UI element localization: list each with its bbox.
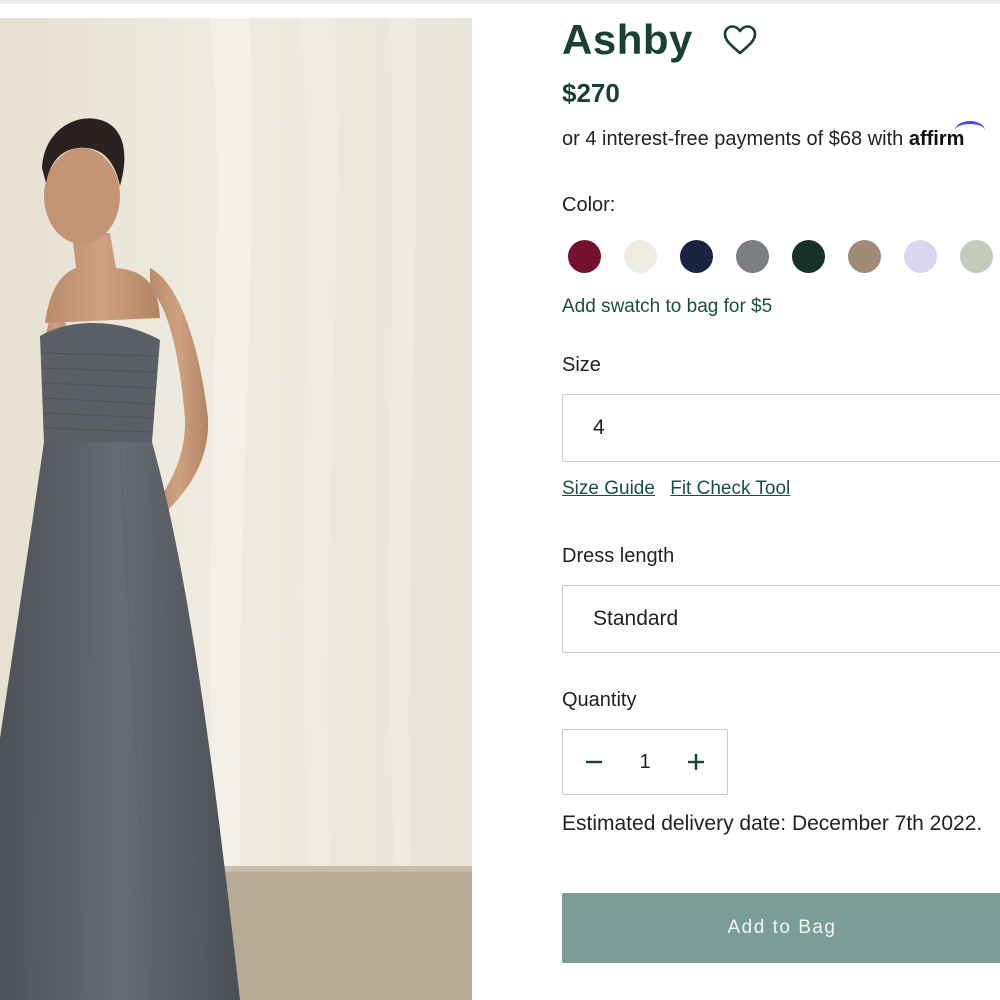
- wishlist-button[interactable]: [721, 21, 759, 59]
- color-swatch-slate-gray[interactable]: [736, 240, 769, 273]
- fit-check-tool-link[interactable]: Fit Check Tool: [670, 478, 790, 499]
- product-title: Ashby: [562, 16, 693, 63]
- size-label: Size: [562, 354, 601, 376]
- color-swatch-dark-green[interactable]: [792, 240, 825, 273]
- color-label: Color:: [562, 194, 616, 216]
- quantity-value[interactable]: 1: [639, 751, 650, 774]
- heart-outline-icon: [723, 25, 757, 55]
- size-select-value: 4: [593, 416, 605, 439]
- quantity-stepper: 1: [562, 729, 728, 795]
- quantity-increase-button[interactable]: [683, 749, 709, 775]
- title-row: Ashby: [562, 14, 759, 66]
- model-in-dress-image: [0, 18, 472, 1000]
- affirm-logo: affirm: [909, 121, 985, 150]
- color-swatch-burgundy[interactable]: [568, 240, 601, 273]
- installments-note: or 4 interest-free payments of $68 with …: [562, 121, 985, 151]
- add-swatch-link[interactable]: Add swatch to bag for $5: [562, 296, 772, 318]
- product-photo[interactable]: [0, 18, 472, 1000]
- minus-icon: [586, 760, 602, 764]
- add-to-bag-label: Add to Bag: [727, 917, 837, 938]
- size-links: Size Guide Fit Check Tool: [562, 478, 800, 500]
- affirm-arc-icon: [954, 121, 985, 140]
- color-swatch-ivory[interactable]: [624, 240, 657, 273]
- product-page: Ashby $270 or 4 interest-free payments o…: [0, 0, 1000, 1000]
- size-select[interactable]: 4: [562, 394, 1000, 462]
- plus-icon: [688, 754, 704, 770]
- add-to-bag-button[interactable]: Add to Bag: [562, 893, 1000, 963]
- color-swatch-lavender[interactable]: [904, 240, 937, 273]
- color-swatches: [568, 240, 1000, 273]
- installments-text: or 4 interest-free payments of $68 with: [562, 128, 904, 150]
- product-price: $270: [562, 78, 620, 108]
- dress-length-value: Standard: [593, 607, 679, 630]
- dress-length-select[interactable]: Standard: [562, 585, 1000, 653]
- color-swatch-taupe[interactable]: [848, 240, 881, 273]
- quantity-label: Quantity: [562, 689, 637, 711]
- dress-length-label: Dress length: [562, 545, 675, 567]
- size-guide-link[interactable]: Size Guide: [562, 478, 655, 499]
- quantity-decrease-button[interactable]: [581, 749, 607, 775]
- delivery-estimate: Estimated delivery date: December 7th 20…: [562, 812, 983, 835]
- color-swatch-navy[interactable]: [680, 240, 713, 273]
- product-info: Ashby $270 or 4 interest-free payments o…: [562, 0, 1000, 1000]
- color-swatch-sage[interactable]: [960, 240, 993, 273]
